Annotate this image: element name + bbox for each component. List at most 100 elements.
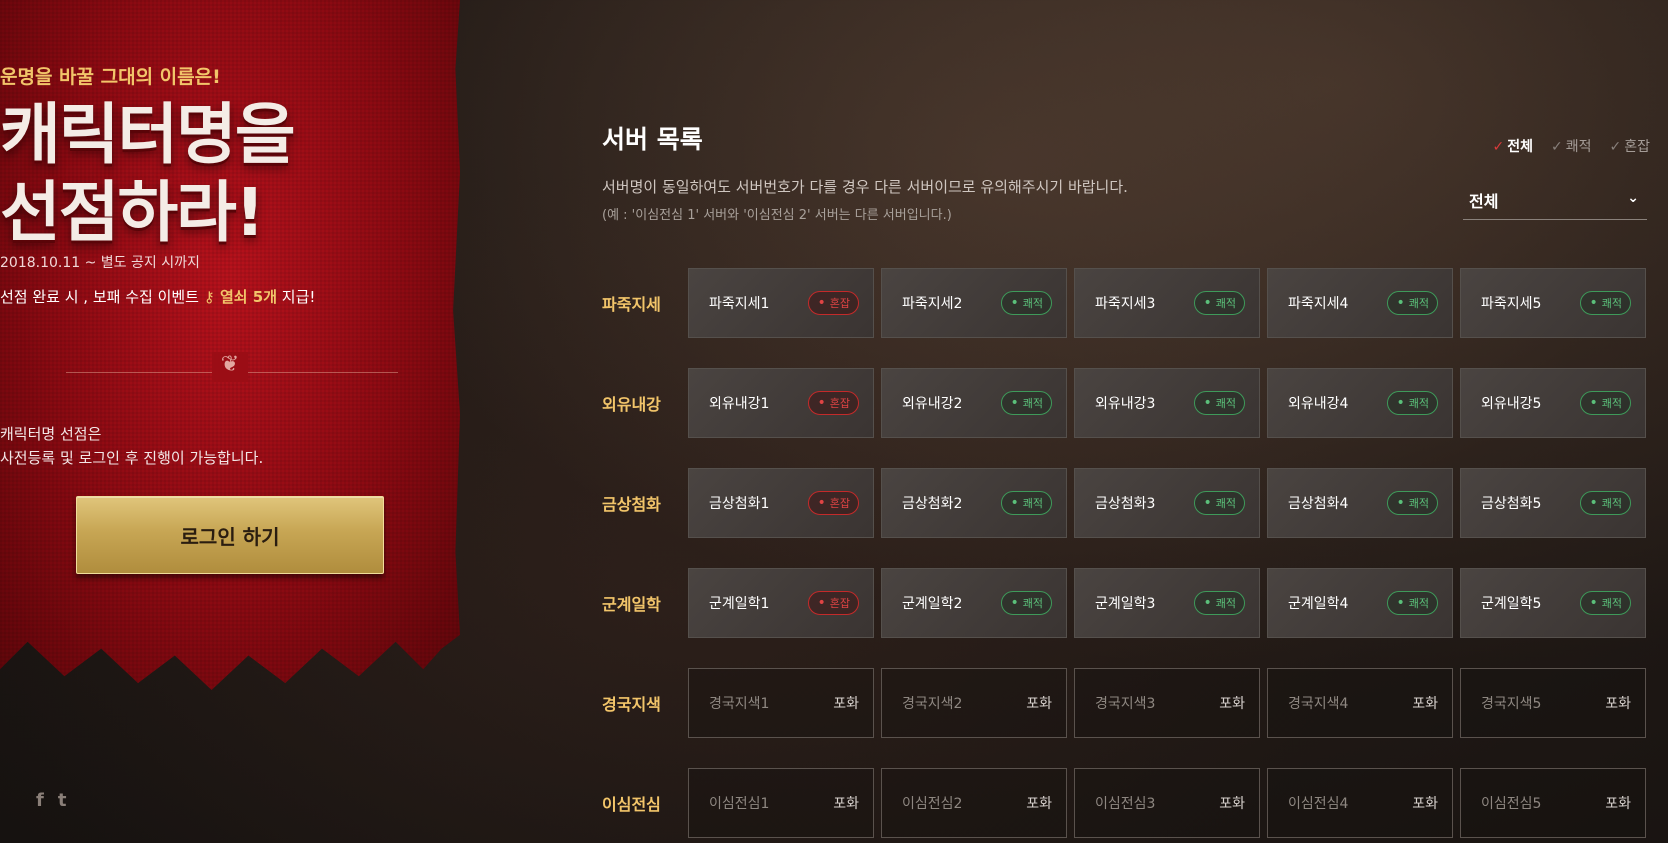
server-card[interactable]: 군계일학4 • 쾌적: [1267, 568, 1453, 638]
server-card[interactable]: 파죽지세2 • 쾌적: [881, 268, 1067, 338]
server-cards: 금상첨화1 • 혼잡 금상첨화2 • 쾌적 금상첨화3 • 쾌적 금상첨화4 • 쾌적 금상첨화5 • 쾌적: [688, 468, 1646, 538]
filter-smooth-label: 쾌적: [1565, 139, 1592, 155]
server-card[interactable]: 금상첨화1 • 혼잡: [688, 468, 874, 538]
server-card[interactable]: 외유내강3 • 쾌적: [1074, 368, 1260, 438]
event-reward-key: 열쇠 5개: [219, 288, 278, 306]
server-name: 군계일학4: [1288, 596, 1349, 612]
server-card[interactable]: 외유내강2 • 쾌적: [881, 368, 1067, 438]
server-name: 경국지색2: [902, 696, 963, 712]
server-name: 금상첨화5: [1481, 496, 1542, 512]
server-card[interactable]: 금상첨화4 • 쾌적: [1267, 468, 1453, 538]
server-card[interactable]: 군계일학3 • 쾌적: [1074, 568, 1260, 638]
status-dot-icon: •: [1589, 595, 1598, 611]
status-dot-icon: •: [817, 295, 826, 311]
status-badge: • 혼잡: [808, 491, 859, 515]
server-name: 이심전심1: [709, 796, 770, 812]
filter-all-label: 전체: [1507, 139, 1533, 155]
status-dot-icon: •: [817, 595, 826, 611]
server-group-select[interactable]: 전체 ⌄: [1463, 184, 1647, 220]
server-card[interactable]: 외유내강1 • 혼잡: [688, 368, 874, 438]
ornament-icon: ❦: [212, 352, 248, 382]
status-badge-label: 쾌적: [1022, 597, 1043, 610]
panel-description-example: (예 : '이심전심 1' 서버와 '이심전심 2' 서버는 다른 서버입니다.…: [602, 208, 952, 223]
status-saturated-label: 포화: [1026, 796, 1052, 812]
server-card[interactable]: 금상첨화5 • 쾌적: [1460, 468, 1646, 538]
server-group-label: 파죽지세: [602, 295, 661, 314]
event-period: 2018.10.11 ~ 별도 공지 시까지: [0, 255, 200, 271]
server-name: 이심전심4: [1288, 796, 1349, 812]
server-card[interactable]: 군계일학1 • 혼잡: [688, 568, 874, 638]
status-badge: • 쾌적: [1001, 291, 1052, 315]
server-name: 금상첨화3: [1095, 496, 1156, 512]
filter-busy[interactable]: ✓ 혼잡: [1610, 136, 1651, 156]
status-dot-icon: •: [1203, 595, 1212, 611]
server-card[interactable]: 군계일학5 • 쾌적: [1460, 568, 1646, 638]
banner-headline: 캐릭터명을 선점하라!: [0, 96, 460, 252]
server-name: 파죽지세3: [1095, 296, 1156, 312]
twitter-icon[interactable]: t: [58, 790, 67, 811]
server-name: 군계일학2: [902, 596, 963, 612]
server-card[interactable]: 이심전심2 포화: [881, 768, 1067, 838]
server-card[interactable]: 파죽지세5 • 쾌적: [1460, 268, 1646, 338]
status-badge: • 쾌적: [1387, 591, 1438, 615]
status-dot-icon: •: [1589, 395, 1598, 411]
status-badge-label: 쾌적: [1601, 497, 1622, 510]
server-name: 외유내강3: [1095, 396, 1156, 412]
server-group-label: 외유내강: [602, 395, 661, 414]
status-dot-icon: •: [817, 395, 826, 411]
server-card[interactable]: 금상첨화3 • 쾌적: [1074, 468, 1260, 538]
server-card[interactable]: 파죽지세1 • 혼잡: [688, 268, 874, 338]
server-card[interactable]: 경국지색3 포화: [1074, 668, 1260, 738]
status-dot-icon: •: [1396, 395, 1405, 411]
server-card[interactable]: 이심전심4 포화: [1267, 768, 1453, 838]
filter-all[interactable]: ✓ 전체: [1493, 136, 1534, 156]
server-group-row: 경국지색 경국지색1 포화 경국지색2 포화 경국지색3 포화 경국지색4 포화 경국지색5 포화: [602, 668, 1646, 738]
status-badge: • 쾌적: [1001, 491, 1052, 515]
server-cards: 경국지색1 포화 경국지색2 포화 경국지색3 포화 경국지색4 포화 경국지색5 포화: [688, 668, 1646, 738]
status-dot-icon: •: [1010, 395, 1019, 411]
status-saturated-label: 포화: [1026, 696, 1052, 712]
server-card[interactable]: 경국지색5 포화: [1460, 668, 1646, 738]
server-name: 파죽지세2: [902, 296, 963, 312]
server-card[interactable]: 경국지색4 포화: [1267, 668, 1453, 738]
server-card[interactable]: 외유내강4 • 쾌적: [1267, 368, 1453, 438]
server-name: 금상첨화2: [902, 496, 963, 512]
server-card[interactable]: 금상첨화2 • 쾌적: [881, 468, 1067, 538]
server-card[interactable]: 파죽지세3 • 쾌적: [1074, 268, 1260, 338]
status-badge: • 쾌적: [1387, 291, 1438, 315]
server-card[interactable]: 이심전심1 포화: [688, 768, 874, 838]
server-card[interactable]: 경국지색2 포화: [881, 668, 1067, 738]
event-reward-prefix: 선점 완료 시 , 보패 수집 이벤트: [0, 288, 204, 306]
server-name: 외유내강1: [709, 396, 770, 412]
status-dot-icon: •: [1010, 295, 1019, 311]
status-badge: • 혼잡: [808, 291, 859, 315]
status-badge: • 쾌적: [1580, 591, 1631, 615]
banner-tagline: 운명을 바꿀 그대의 이름은!: [0, 66, 221, 88]
server-group-row: 금상첨화 금상첨화1 • 혼잡 금상첨화2 • 쾌적 금상첨화3 • 쾌적 금상첨화4 • 쾌적 금상첨화…: [602, 468, 1646, 538]
server-cards: 군계일학1 • 혼잡 군계일학2 • 쾌적 군계일학3 • 쾌적 군계일학4 • 쾌적 군계일학5 • 쾌적: [688, 568, 1646, 638]
filter-smooth[interactable]: ✓ 쾌적: [1551, 136, 1592, 156]
status-dot-icon: •: [1396, 295, 1405, 311]
server-card[interactable]: 외유내강5 • 쾌적: [1460, 368, 1646, 438]
chevron-down-icon: ⌄: [1627, 190, 1639, 206]
server-card[interactable]: 군계일학2 • 쾌적: [881, 568, 1067, 638]
status-badge-label: 쾌적: [1215, 297, 1236, 310]
server-card[interactable]: 이심전심3 포화: [1074, 768, 1260, 838]
notice-line-1: 캐릭터명 선점은: [0, 425, 102, 443]
status-dot-icon: •: [817, 495, 826, 511]
facebook-icon[interactable]: f: [36, 790, 44, 811]
server-name: 파죽지세4: [1288, 296, 1349, 312]
server-card[interactable]: 파죽지세4 • 쾌적: [1267, 268, 1453, 338]
server-card[interactable]: 경국지색1 포화: [688, 668, 874, 738]
server-card[interactable]: 이심전심5 포화: [1460, 768, 1646, 838]
server-list: 파죽지세 파죽지세1 • 혼잡 파죽지세2 • 쾌적 파죽지세3 • 쾌적 파죽지세4 • 쾌적 파죽지세…: [602, 268, 1646, 843]
status-badge: • 쾌적: [1194, 591, 1245, 615]
login-button[interactable]: 로그인 하기: [76, 496, 384, 574]
status-dot-icon: •: [1589, 295, 1598, 311]
status-badge: • 혼잡: [808, 591, 859, 615]
status-badge-label: 쾌적: [1022, 397, 1043, 410]
status-badge: • 혼잡: [808, 391, 859, 415]
status-badge-label: 쾌적: [1408, 597, 1429, 610]
status-badge-label: 쾌적: [1022, 497, 1043, 510]
check-icon: ✓: [1492, 139, 1505, 155]
